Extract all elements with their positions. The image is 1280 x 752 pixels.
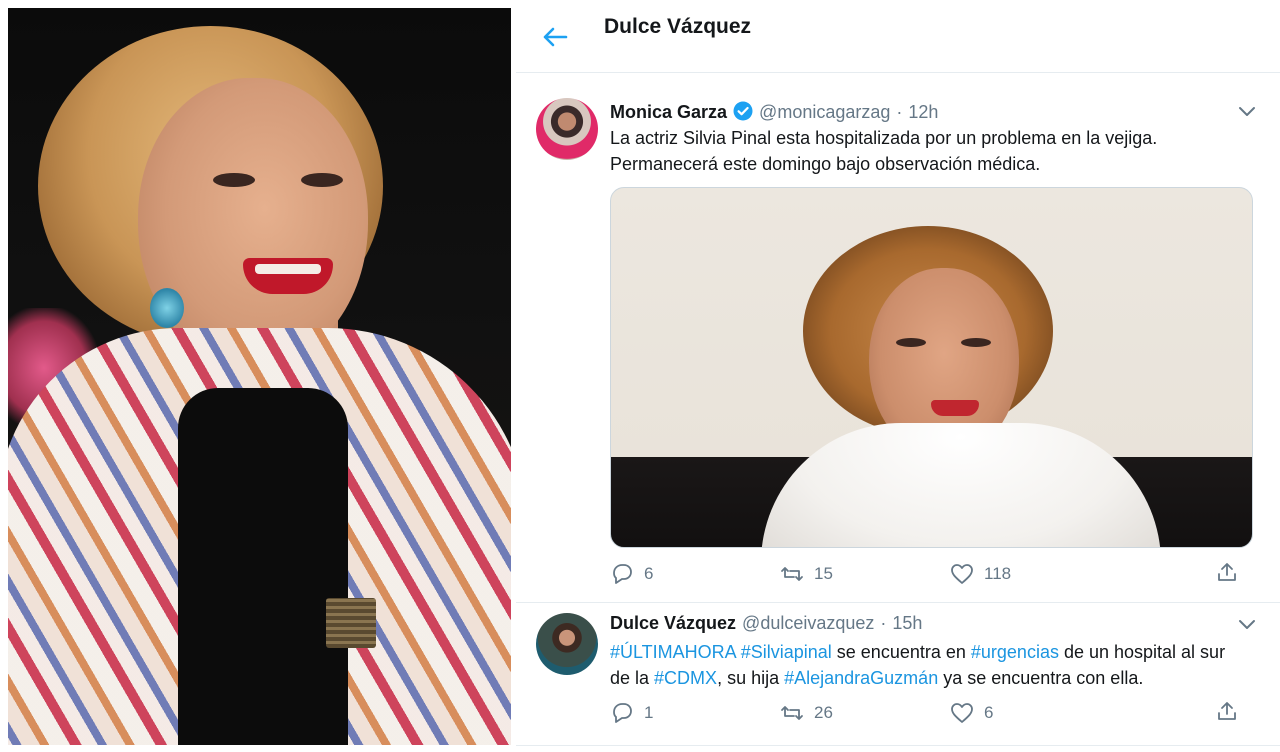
tweet-timestamp[interactable]: 15h [892,613,922,634]
author-handle[interactable]: @monicagarzag [759,102,890,123]
author-handle[interactable]: @dulceivazquez [742,613,874,634]
hashtag-link[interactable]: #AlejandraGuzmán [784,668,938,688]
tweet-text: #ÚLTIMAHORA #Silviapinal se encuentra en… [610,639,1250,691]
hashtag-link[interactable]: #ÚLTIMAHORA [610,642,736,662]
media-eye-right [961,338,991,347]
separator-dot: · [880,613,887,633]
like-count: 6 [984,703,994,722]
reply-button[interactable]: 1 [610,702,780,724]
hashtag-link[interactable]: #CDMX [654,668,717,688]
photo-mouth [243,258,333,294]
share-icon [1218,701,1236,720]
author-name[interactable]: Monica Garza [610,102,727,123]
author-name[interactable]: Dulce Vázquez [610,613,736,634]
photo-eye-left [213,173,255,187]
heart-icon [951,703,973,723]
media-mouth [931,400,979,416]
retweet-icon [781,567,803,581]
tweet-monica-garza[interactable]: Monica Garza @monicagarzag · 12h La actr… [516,72,1280,602]
tweet-actions: 1 26 6 [610,701,1236,725]
bottom-divider [516,745,1280,746]
tweet-actions: 6 15 118 [610,562,1236,586]
like-button[interactable]: 118 [950,563,1120,585]
retweet-count: 26 [814,703,833,722]
profile-header: Dulce Vázquez [516,0,1280,70]
tweet-text: La actriz Silvia Pinal esta hospitalizad… [610,128,1158,174]
media-shirt [761,423,1161,547]
tweet-header: Monica Garza @monicagarzag · 12h [610,98,938,123]
twitter-panel: Dulce Vázquez Monica Garza @monicagarzag… [516,0,1280,752]
retweet-button[interactable]: 15 [780,563,950,585]
separator-dot: · [896,102,903,122]
tweet-media-photo[interactable] [610,187,1253,548]
reply-count: 1 [644,703,654,722]
retweet-icon [781,706,803,720]
chevron-down-icon[interactable] [1238,104,1256,116]
photo-silvia-pinal [8,8,511,745]
hashtag-link[interactable]: #Silviapinal [741,642,832,662]
tweet-header: Dulce Vázquez @dulceivazquez · 15h [610,613,922,634]
reply-button[interactable]: 6 [610,563,780,585]
heart-icon [951,564,973,584]
text-segment: ya se encuentra con ella. [938,668,1144,688]
like-button[interactable]: 6 [950,702,1120,724]
reply-icon [613,703,632,723]
like-count: 118 [984,564,1012,583]
share-icon [1218,562,1236,581]
share-button[interactable] [1216,700,1238,727]
photo-eye-right [301,173,343,187]
retweet-button[interactable]: 26 [780,702,950,724]
avatar[interactable] [536,98,598,160]
photo-earring [150,288,184,328]
tweet-timestamp[interactable]: 12h [908,102,938,123]
text-segment: , su hija [717,668,785,688]
tweet-dulce-vazquez[interactable]: Dulce Vázquez @dulceivazquez · 15h #ÚLTI… [516,603,1280,743]
reply-count: 6 [644,564,654,583]
photo-brooch [326,598,376,648]
share-button[interactable] [1216,561,1238,588]
media-eye-left [896,338,926,347]
hashtag-link[interactable]: #urgencias [971,642,1059,662]
photo-shirt [178,388,348,745]
page-title: Dulce Vázquez [604,15,752,38]
chevron-down-icon[interactable] [1238,617,1256,629]
arrow-left-icon[interactable] [542,26,568,48]
retweet-count: 15 [814,564,833,583]
reply-icon [613,564,632,584]
text-segment: se encuentra en [831,642,971,662]
avatar[interactable] [536,613,598,675]
verified-badge-icon [733,101,753,121]
